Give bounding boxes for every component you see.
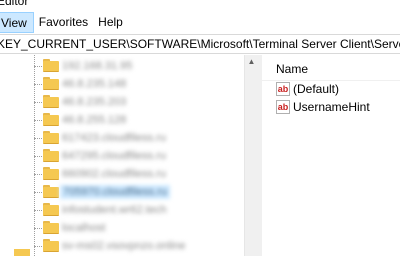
column-header-label: Name [276, 62, 309, 76]
tree-scrollbar[interactable]: ▲ [244, 55, 258, 256]
folder-icon [43, 59, 59, 72]
tree-item-label: 192.168.31.95 [62, 60, 133, 72]
tree-item-label: 46.8.235.148 [62, 78, 127, 90]
tree-item-label: 46.8.255.128 [62, 114, 127, 126]
tree-item[interactable]: infostudent.wr62.tech [0, 201, 244, 219]
value-row[interactable]: ab (Default) [276, 81, 400, 99]
menu-favorites[interactable]: Favorites [34, 12, 93, 33]
folder-icon [43, 185, 59, 198]
tree-item[interactable]: sv-ms02.vsovpnzo.online [0, 237, 244, 255]
tree-item-label: sv-ms02.vsovpnzo.online [62, 240, 186, 252]
folder-icon [43, 239, 59, 252]
value-row[interactable]: ab UsernameHint [276, 99, 400, 117]
folder-icon [43, 95, 59, 108]
value-name: (Default) [293, 82, 340, 96]
folder-icon [43, 77, 59, 90]
key-tree: 192.168.31.95 46.8.235.148 46.8.235.203 … [0, 55, 258, 256]
tree-item[interactable]: 617423.cloudfiless.ru [0, 129, 244, 147]
tree-item-label: 660902.cloudfiless.ru [62, 168, 166, 180]
menu-view[interactable]: View [0, 12, 34, 33]
folder-icon [43, 167, 59, 180]
tree-item[interactable]: 647295.cloudfiless.ru [0, 147, 244, 165]
tree-item-selected[interactable]: 705970.cloudfiless.ru [0, 183, 244, 201]
tree-item-label: 647295.cloudfiless.ru [62, 150, 166, 162]
tree-item[interactable]: localhost [0, 219, 244, 237]
scroll-up-arrow-icon[interactable]: ▲ [245, 55, 258, 69]
address-bar[interactable]: KEY_CURRENT_USER\SOFTWARE\Microsoft\Term… [0, 34, 400, 54]
tree-item[interactable]: 46.8.255.128 [0, 111, 244, 129]
window-title: Editor [0, 0, 29, 8]
address-path: KEY_CURRENT_USER\SOFTWARE\Microsoft\Term… [0, 37, 400, 51]
tree-item-label: 705970.cloudfiless.ru [60, 185, 170, 199]
tree-item-label: 617423.cloudfiless.ru [62, 132, 166, 144]
values-list: Name ab (Default) ab UsernameHint [262, 55, 400, 256]
menu-bar: View Favorites Help [0, 12, 400, 33]
tree-item-label: 46.8.235.203 [62, 96, 127, 108]
value-name: UsernameHint [293, 100, 370, 114]
folder-icon [43, 203, 59, 216]
column-header-name[interactable]: Name [262, 55, 400, 81]
tree-item[interactable]: 660902.cloudfiless.ru [0, 165, 244, 183]
menu-help[interactable]: Help [93, 12, 128, 33]
tree-item[interactable]: 46.8.235.148 [0, 75, 244, 93]
folder-icon [43, 149, 59, 162]
folder-icon [43, 113, 59, 126]
tree-item[interactable]: 192.168.31.95 [0, 57, 244, 75]
tree-item-label: infostudent.wr62.tech [62, 204, 167, 216]
string-value-icon: ab [276, 100, 290, 114]
folder-icon [43, 131, 59, 144]
string-value-icon: ab [276, 82, 290, 96]
tree-item[interactable]: 46.8.235.203 [0, 93, 244, 111]
title-bar: Editor [0, 0, 400, 12]
tree-item-label: localhost [62, 222, 106, 234]
folder-icon [43, 221, 59, 234]
folder-icon [14, 249, 30, 256]
